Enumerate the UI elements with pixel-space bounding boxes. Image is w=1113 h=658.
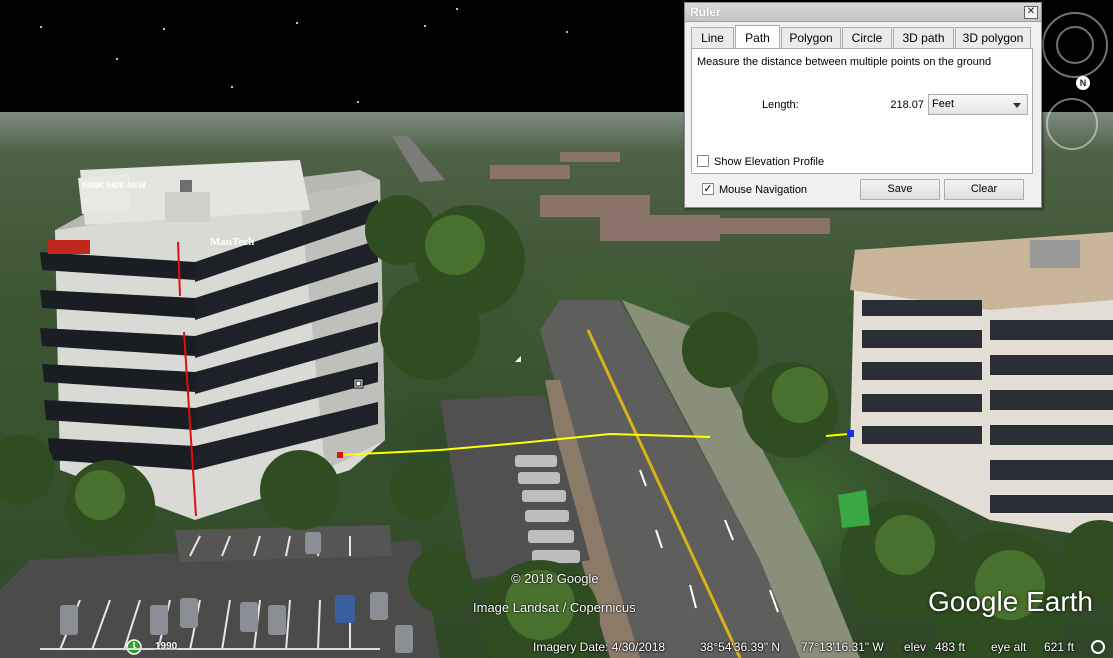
clear-button[interactable]: Clear [944,179,1024,200]
ruler-description: Measure the distance between multiple po… [697,56,992,68]
streaming-indicator-icon [1091,640,1105,654]
google-earth-logo: Google Earth [928,586,1093,617]
path-tab-panel: Measure the distance between multiple po… [691,48,1033,174]
copyright-text: © 2018 Google [511,571,599,586]
mouse-navigation-checkbox[interactable]: ✓ [702,183,714,195]
historical-year: 1990 [155,641,178,652]
mouse-navigation-label: Mouse Navigation [719,184,808,196]
time-slider-track[interactable] [40,648,380,650]
close-icon[interactable]: ✕ [1024,6,1038,19]
unit-select-value: Feet [932,98,955,110]
tab-3d-path[interactable]: 3D path [893,27,954,48]
longitude-readout: 77°13'16.31" W [801,640,884,654]
unit-select[interactable]: Feet [928,94,1028,115]
tab-3d-polygon[interactable]: 3D polygon [955,27,1031,48]
north-icon[interactable]: N [1076,76,1090,90]
show-elevation-label: Show Elevation Profile [714,156,825,168]
building-sign-mantech: ManTech [210,236,255,248]
move-joystick[interactable] [1046,98,1098,150]
imagery-source-text: Image Landsat / Copernicus [473,600,636,615]
look-joystick-inner[interactable] [1056,26,1094,64]
tab-line[interactable]: Line [691,27,734,48]
ruler-title: Ruler [690,5,721,19]
ruler-dialog: Ruler ✕ Line Path Polygon Circle 3D path… [684,2,1042,208]
tab-path[interactable]: Path [735,25,780,48]
show-elevation-checkbox[interactable] [697,155,709,167]
eye-alt-label: eye alt [991,640,1027,654]
building-sign-top: PARK SIDE NEW [82,181,146,190]
imagery-date: Imagery Date: 4/30/2018 [533,640,666,654]
latitude-readout: 38°54'36.39" N [700,640,781,654]
eye-alt-value: 621 ft [1044,640,1075,654]
historical-imagery-clock-icon[interactable] [124,638,144,656]
elev-value: 483 ft [935,640,966,654]
length-value: 218.07 [890,99,924,111]
tab-polygon[interactable]: Polygon [781,27,841,48]
length-label: Length: [762,99,799,111]
tab-circle[interactable]: Circle [842,27,892,48]
ruler-titlebar[interactable]: Ruler ✕ [685,3,1041,22]
save-button[interactable]: Save [860,179,940,200]
elev-label: elev [904,640,927,654]
chevron-down-icon [1013,103,1021,108]
